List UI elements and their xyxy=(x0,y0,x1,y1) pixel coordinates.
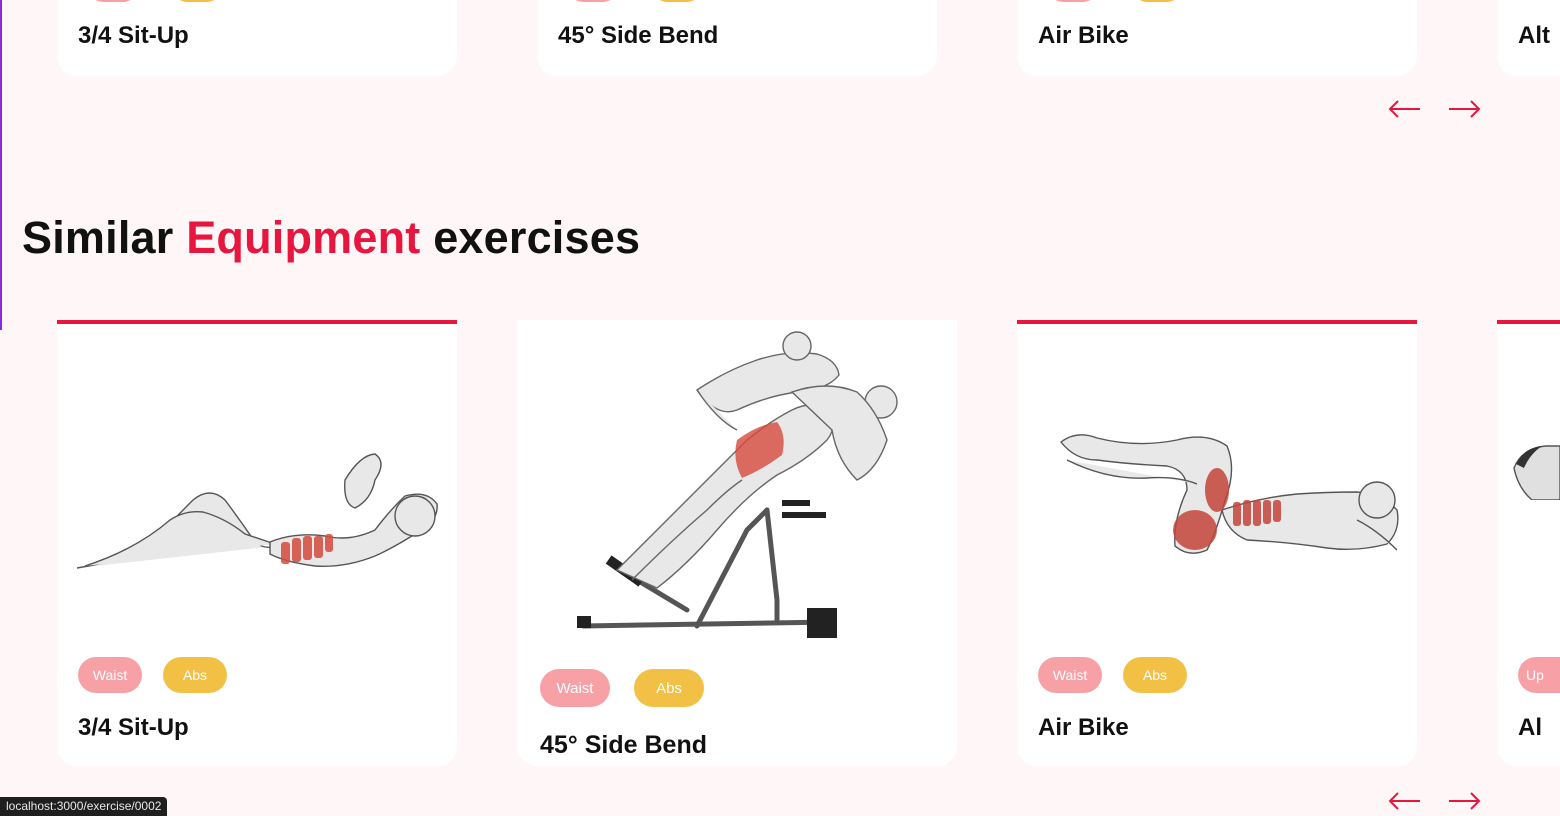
side-bend-illustration xyxy=(577,331,898,638)
exercise-card[interactable]: Air Bike xyxy=(1017,0,1417,76)
tag-waist-partial xyxy=(569,0,617,2)
exercise-name: Air Bike xyxy=(1038,22,1129,49)
scroll-left-arrow-icon[interactable] xyxy=(1388,791,1422,811)
link-status-bar: localhost:3000/exercise/0002 xyxy=(0,797,168,816)
title-prefix: Similar xyxy=(22,212,174,263)
section-title: Similar Equipment exercises xyxy=(22,212,640,264)
exercise-name: Al xyxy=(1518,714,1542,741)
exercise-name: Alt xyxy=(1518,22,1550,49)
card-accent-bar xyxy=(1497,320,1560,324)
tag-upper-partial: Up xyxy=(1518,657,1560,693)
tag-abs: Abs xyxy=(163,657,227,693)
card-accent-bar xyxy=(1017,320,1417,324)
air-bike-illustration xyxy=(1060,434,1399,554)
tag-waist: Waist xyxy=(1038,657,1102,693)
tag-abs-partial xyxy=(653,0,701,2)
tag-waist-partial xyxy=(1049,0,1097,2)
exercise-card[interactable]: Waist Abs 3/4 Sit-Up xyxy=(57,320,457,766)
tag-waist: Waist xyxy=(540,669,610,707)
partial-illustration xyxy=(1513,445,1560,500)
tag-abs: Abs xyxy=(1123,657,1187,693)
title-accent: Equipment xyxy=(186,212,421,263)
tag-waist-partial xyxy=(89,0,137,2)
exercise-name: Air Bike xyxy=(1038,714,1129,741)
situp-illustration xyxy=(76,453,438,569)
exercise-name: 45° Side Bend xyxy=(540,731,707,759)
exercise-card[interactable]: 45° Side Bend xyxy=(537,0,937,76)
tag-abs-partial xyxy=(1133,0,1181,2)
title-suffix: exercises xyxy=(433,212,641,263)
tag-abs: Abs xyxy=(634,669,704,707)
scroll-left-arrow-icon[interactable] xyxy=(1388,99,1422,119)
window-edge xyxy=(0,0,2,330)
card-accent-bar xyxy=(57,320,457,324)
exercise-card[interactable]: Alt xyxy=(1497,0,1560,76)
exercise-card[interactable]: Up Al xyxy=(1497,320,1560,766)
tag-abs-partial xyxy=(173,0,221,2)
exercise-name: 3/4 Sit-Up xyxy=(78,714,189,741)
exercise-card[interactable]: Waist Abs Air Bike xyxy=(1017,320,1417,766)
tag-waist: Waist xyxy=(78,657,142,693)
exercise-card[interactable]: 3/4 Sit-Up xyxy=(57,0,457,76)
scroll-right-arrow-icon[interactable] xyxy=(1447,791,1481,811)
scroll-right-arrow-icon[interactable] xyxy=(1447,99,1481,119)
exercise-card[interactable]: Waist Abs 45° Side Bend xyxy=(517,320,957,766)
exercise-name: 45° Side Bend xyxy=(558,22,719,49)
exercise-name: 3/4 Sit-Up xyxy=(78,22,189,49)
